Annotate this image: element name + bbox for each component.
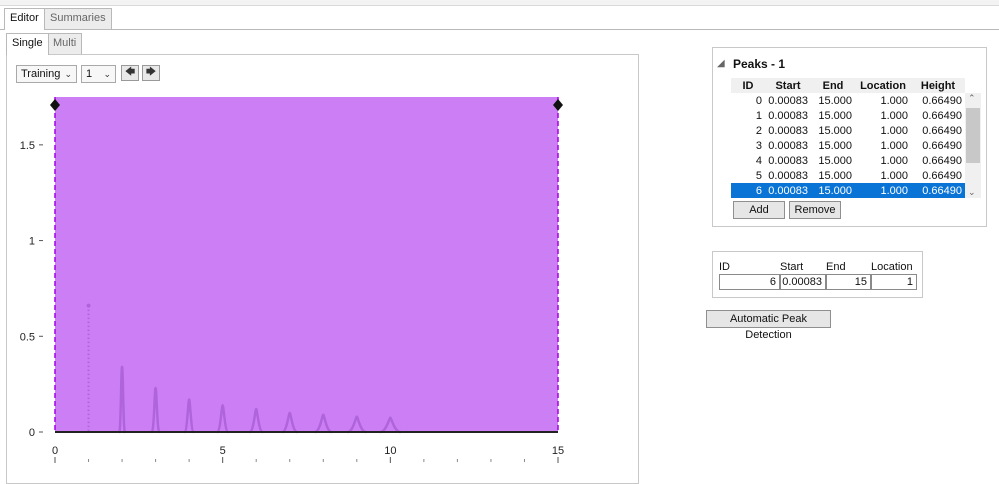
table-cell: 0.66490 (922, 124, 962, 137)
table-cell: 4 (755, 154, 762, 167)
table-cell: 0.66490 (911, 183, 965, 198)
scroll-up-icon[interactable]: ⌃ (968, 93, 976, 104)
table-cell: 15.000 (818, 109, 852, 122)
table-cell: 0.66490 (922, 154, 962, 167)
table-cell: 1 (755, 109, 762, 122)
scrollbar-thumb[interactable] (966, 108, 980, 163)
table-row[interactable]: 6 0.00083 15.000 1.000 0.66490 (731, 183, 965, 198)
peak-apex-mark (86, 303, 91, 308)
table-cell: 15.000 (818, 139, 852, 152)
tab-editor[interactable]: Editor (4, 8, 45, 30)
peaks-table-wrap: ID Start End Location Height 0 0.00083 15.000 1… (731, 78, 965, 198)
add-peak-button[interactable]: Add (733, 201, 785, 219)
x-tick-label: 10 (384, 445, 396, 457)
entry-header-start: Start (780, 261, 804, 273)
x-tick-label: 5 (220, 445, 226, 457)
table-row[interactable]: 5 0.00083 15.000 1.000 0.66490 (731, 168, 965, 183)
table-cell: 0.66490 (922, 94, 962, 107)
selected-region (55, 97, 558, 432)
entry-end-field[interactable]: 15 (826, 274, 871, 290)
scroll-down-icon[interactable]: ⌄ (968, 187, 976, 198)
y-tick-label: 0.5 (20, 331, 35, 343)
table-row[interactable]: 3 0.00083 15.000 1.000 0.66490 (731, 138, 965, 153)
entry-start-field[interactable]: 0.00083 (780, 274, 826, 290)
table-cell: 0.66490 (922, 109, 962, 122)
x-tick-label: 0 (52, 445, 58, 457)
table-cell: 0.00083 (768, 109, 808, 122)
y-tick-label: 1.5 (20, 140, 35, 152)
table-cell: 1.000 (880, 169, 908, 182)
table-cell: 0.00083 (768, 154, 808, 167)
x-tick-label: 15 (552, 445, 564, 457)
peaks-title: Peaks - 1 (733, 57, 786, 71)
column-header-start[interactable]: Start (765, 78, 811, 93)
plot-area (50, 97, 563, 434)
x-axis: 0 5 10 15 (52, 445, 564, 463)
column-header-id[interactable]: ID (731, 78, 765, 93)
table-cell: 0.00083 (768, 139, 808, 152)
table-cell: 0.66490 (922, 139, 962, 152)
y-tick-label: 0 (29, 427, 35, 439)
y-axis: 0 0.5 1 1.5 (20, 140, 43, 439)
collapse-triangle-icon[interactable]: ◢ (717, 58, 725, 69)
table-cell: 0.00083 (768, 124, 808, 137)
table-cell: 5 (755, 169, 762, 182)
entry-id-field[interactable]: 6 (719, 274, 780, 290)
table-cell: 0.00083 (765, 183, 811, 198)
remove-peak-button[interactable]: Remove (789, 201, 841, 219)
table-cell: 6 (731, 183, 765, 198)
peaks-scrollbar[interactable]: ⌃ ⌄ (965, 93, 981, 198)
table-cell: 0 (755, 94, 762, 107)
table-cell: 15.000 (818, 169, 852, 182)
table-cell: 1.000 (855, 183, 911, 198)
entry-header-end: End (826, 261, 846, 273)
column-header-location[interactable]: Location (855, 78, 911, 93)
table-cell: 1.000 (880, 139, 908, 152)
table-row[interactable]: 0 0.00083 15.000 1.000 0.66490 (731, 93, 965, 108)
table-cell: 2 (755, 124, 762, 137)
table-cell: 15.000 (811, 183, 855, 198)
table-row[interactable]: 4 0.00083 15.000 1.000 0.66490 (731, 153, 965, 168)
tab-single[interactable]: Single (6, 33, 49, 55)
table-row[interactable]: 2 0.00083 15.000 1.000 0.66490 (731, 123, 965, 138)
peaks-table: ID Start End Location Height 0 0.00083 15.000 1… (731, 78, 965, 198)
entry-location-field[interactable]: 1 (871, 274, 917, 290)
table-cell: 15.000 (818, 154, 852, 167)
table-cell: 0.66490 (922, 169, 962, 182)
y-tick-label: 1 (29, 236, 35, 248)
table-cell: 1.000 (880, 94, 908, 107)
table-cell: 1.000 (880, 154, 908, 167)
table-row[interactable]: 1 0.00083 15.000 1.000 0.66490 (731, 108, 965, 123)
peaks-panel: ◢ Peaks - 1 ID Start End Location Height 0 0.… (712, 47, 987, 227)
table-cell: 1.000 (880, 124, 908, 137)
peak-chart[interactable]: 0 0.5 1 1.5 0 5 10 15 (0, 0, 640, 479)
column-header-end[interactable]: End (811, 78, 855, 93)
table-cell: 3 (755, 139, 762, 152)
column-header-height[interactable]: Height (911, 78, 965, 93)
entry-header-id: ID (719, 261, 730, 273)
table-cell: 1.000 (880, 109, 908, 122)
table-cell: 0.00083 (768, 94, 808, 107)
entry-header-location: Location (871, 261, 913, 273)
peak-entry-panel: ID Start End Location 6 0.00083 15 1 (712, 251, 923, 298)
table-cell: 0.00083 (768, 169, 808, 182)
table-cell: 15.000 (818, 94, 852, 107)
table-cell: 15.000 (818, 124, 852, 137)
automatic-peak-detection-button[interactable]: Automatic Peak Detection (706, 310, 831, 341)
